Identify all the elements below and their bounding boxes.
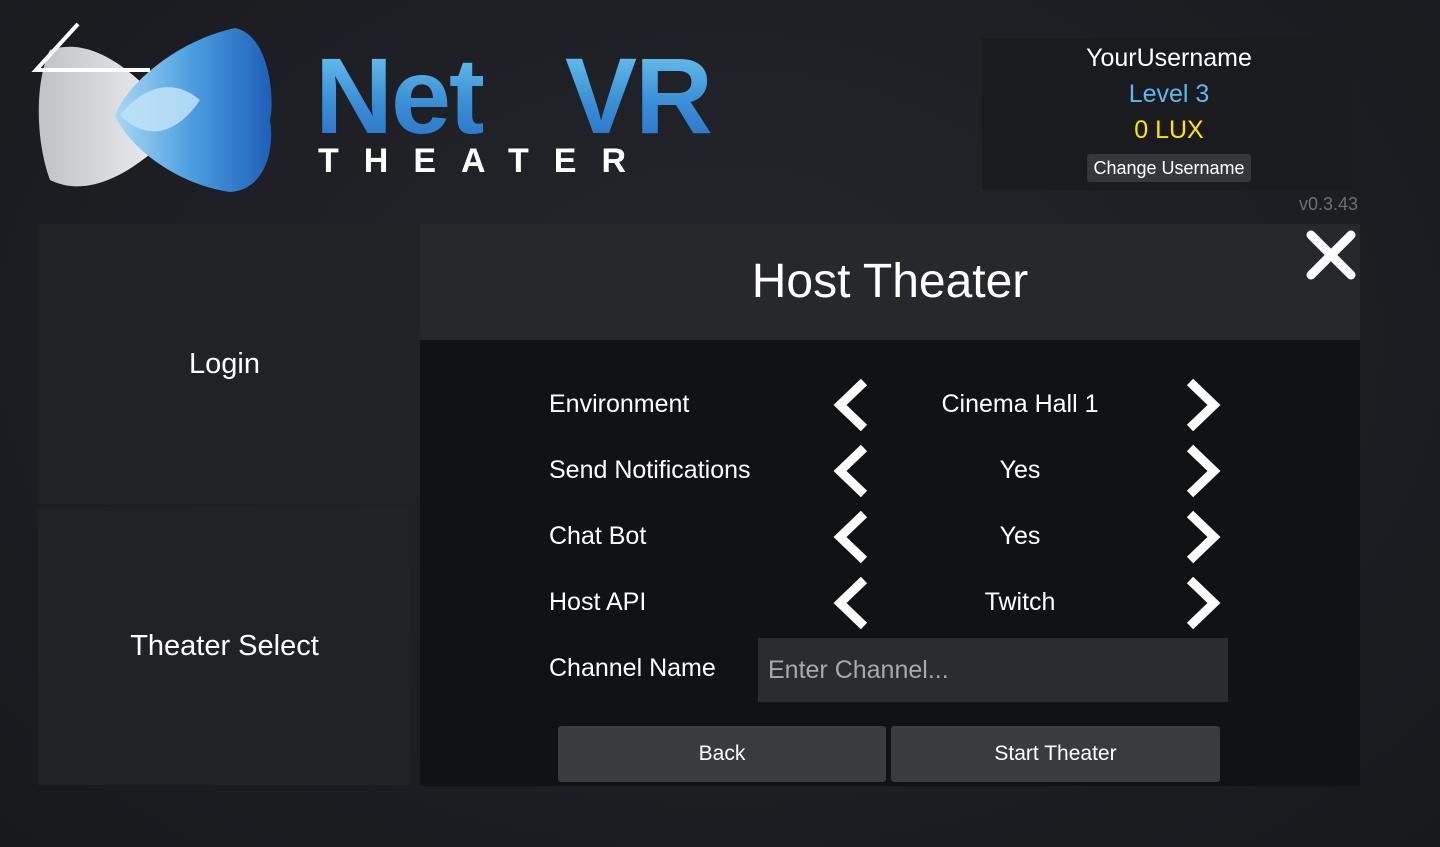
environment-value: Cinema Hall 1 [941,390,1099,418]
start-theater-button[interactable]: Start Theater [891,726,1220,782]
chevron-right-icon [1186,576,1221,630]
host-settings-panel: Environment Cinema Hall 1 Send Notificat… [420,340,1360,786]
nav-login[interactable]: Login [38,224,411,504]
back-button[interactable]: Back [558,726,886,782]
username-label: YourUsername [1086,44,1252,72]
logo-swoosh-icon [31,22,150,72]
chevron-right-icon [1186,510,1221,564]
chevron-right-icon [1186,378,1221,432]
close-button[interactable] [1302,226,1360,284]
currency-label: 0 LUX [1134,116,1204,144]
host-api-next-button[interactable] [1180,576,1224,630]
logo-word-net: Net [315,35,485,156]
user-panel: YourUsername Level 3 0 LUX Change Userna… [982,38,1356,190]
version-label: v0.3.43 [1298,194,1358,214]
environment-next-button[interactable] [1180,378,1224,432]
environment-prev-button[interactable] [830,378,874,432]
send-notifications-prev-button[interactable] [830,444,874,498]
logo-subtitle: THEATER [318,142,652,180]
chat-bot-label: Chat Bot [549,522,647,550]
host-api-prev-button[interactable] [830,576,874,630]
page-title: Host Theater [751,255,1029,308]
logo-word-vr: VR [565,35,713,156]
chat-bot-next-button[interactable] [1180,510,1224,564]
send-notifications-label: Send Notifications [549,456,751,484]
send-notifications-value: Yes [999,456,1041,484]
level-label: Level 3 [1128,80,1210,108]
chevron-right-icon [1186,444,1221,498]
chevron-left-icon [833,444,868,498]
nav-login-label: Login [189,347,260,380]
panel-header: Host Theater [420,224,1360,340]
chat-bot-value: Yes [999,522,1041,550]
chevron-left-icon [833,378,868,432]
chevron-left-icon [833,510,868,564]
host-api-value: Twitch [984,588,1056,616]
channel-name-input[interactable] [758,638,1228,702]
chevron-left-icon [833,576,868,630]
chat-bot-prev-button[interactable] [830,510,874,564]
app-logo: Net VR THEATER [30,20,750,200]
close-icon [1306,230,1356,280]
environment-label: Environment [549,390,690,418]
nav-theater-select-label: Theater Select [130,629,319,662]
change-username-button[interactable]: Change Username [1087,154,1251,182]
host-api-label: Host API [549,588,647,616]
channel-name-label: Channel Name [549,654,716,682]
nav-theater-select[interactable]: Theater Select [38,507,411,785]
send-notifications-next-button[interactable] [1180,444,1224,498]
